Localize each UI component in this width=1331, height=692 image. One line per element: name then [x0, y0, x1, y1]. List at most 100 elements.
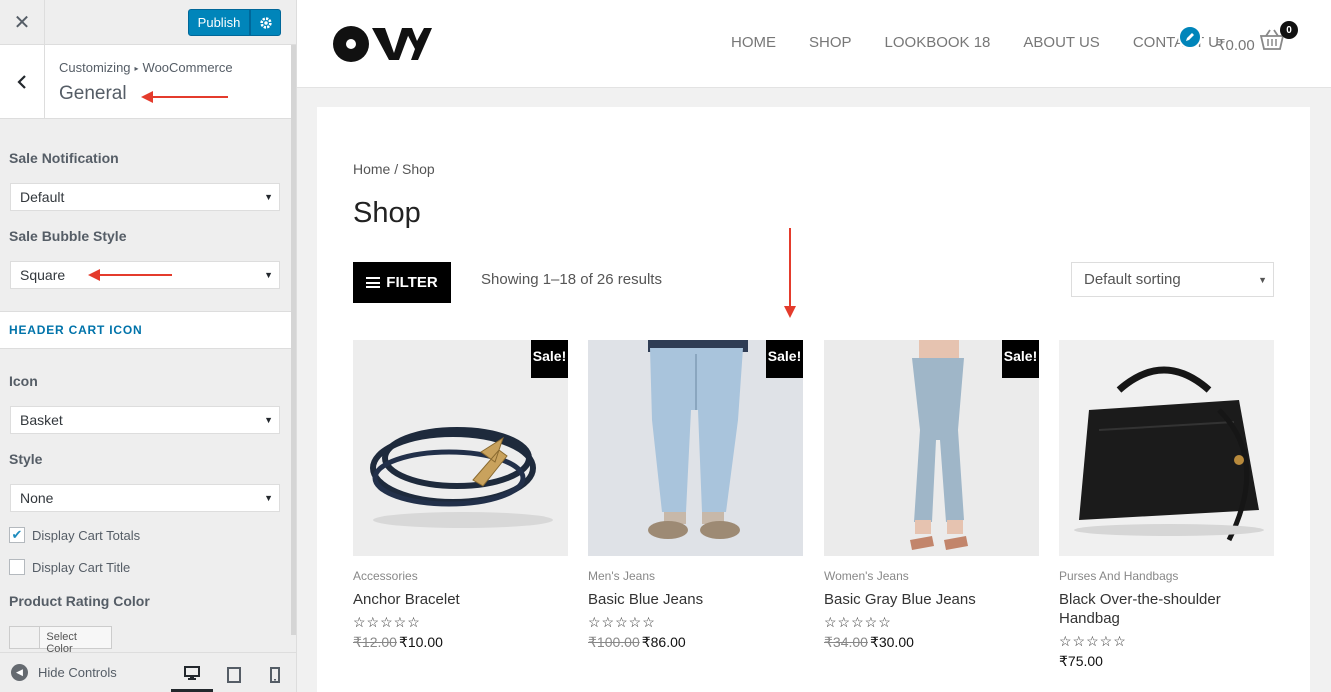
ow-logo-icon: [333, 26, 432, 62]
chevron-left-icon: [17, 74, 26, 89]
handbag-image: [1059, 340, 1274, 556]
preview-desktop-button[interactable]: [171, 656, 213, 692]
chevron-down-icon: ▼: [264, 415, 273, 425]
sale-notification-select[interactable]: Default ▼: [10, 183, 280, 211]
color-swatch: [10, 627, 41, 648]
product-card[interactable]: Sale! Women's Jeans Basic Gray Blue Jean…: [824, 340, 1039, 651]
product-category[interactable]: Women's Jeans: [824, 569, 1039, 583]
chevron-down-icon: ▼: [264, 192, 273, 202]
select-color-label: Select Color: [46, 631, 77, 655]
product-card[interactable]: Sale! Men's Jeans Basic Blue Jeans ☆☆☆☆☆…: [588, 340, 803, 651]
edit-shortcut-button[interactable]: [1178, 25, 1202, 49]
sale-price: ₹86.00: [641, 634, 686, 650]
sorting-value: Default sorting: [1084, 271, 1181, 288]
customizer-sidebar: ✕ Publish Customizing ▸ WooCommerce Genera…: [0, 0, 297, 692]
display-cart-totals-label: Display Cart Totals: [32, 527, 141, 543]
sorting-select[interactable]: Default sorting ▼: [1071, 262, 1274, 297]
sale-price: ₹30.00: [869, 634, 914, 650]
breadcrumb-section: WooCommerce: [142, 60, 233, 75]
nav-shop[interactable]: SHOP: [809, 34, 852, 51]
product-name[interactable]: Basic Blue Jeans: [588, 590, 803, 609]
header-cart-icon-heading: HEADER CART ICON: [0, 311, 292, 349]
pencil-icon: [1186, 33, 1194, 41]
customizer-footer: ◀ Hide Controls: [0, 652, 296, 692]
product-rating-color-label: Product Rating Color: [9, 593, 150, 609]
hide-controls-button[interactable]: ◀ Hide Controls: [11, 664, 117, 681]
chevron-down-icon: ▼: [264, 493, 273, 503]
product-category[interactable]: Men's Jeans: [588, 569, 803, 583]
sale-badge: Sale!: [1002, 340, 1039, 378]
sale-badge: Sale!: [766, 340, 803, 378]
product-image[interactable]: [1059, 340, 1274, 556]
display-cart-totals-row[interactable]: ✔ Display Cart Totals: [9, 527, 140, 543]
chevron-down-icon: ▼: [264, 270, 273, 280]
section-header: Customizing ▸ WooCommerce General: [0, 45, 292, 119]
annotation-arrow: [141, 91, 228, 103]
product-category[interactable]: Purses And Handbags: [1059, 569, 1274, 583]
select-color-button[interactable]: Select Color: [9, 626, 112, 655]
old-price: ₹100.00: [588, 634, 640, 650]
shop-content: Home / Shop Shop FILTER Showing 1–18 of …: [317, 107, 1310, 692]
section-title: General: [59, 83, 127, 104]
checkmark-icon: ✔: [11, 527, 23, 542]
publish-settings-button[interactable]: [250, 9, 281, 36]
product-price: ₹34.00 ₹30.00: [824, 634, 1039, 651]
style-label: Style: [9, 451, 43, 467]
shop-breadcrumb[interactable]: Home / Shop: [353, 161, 435, 177]
filter-button[interactable]: FILTER: [353, 262, 451, 303]
product-category[interactable]: Accessories: [353, 569, 568, 583]
sale-price: ₹75.00: [1059, 653, 1103, 669]
display-cart-title-checkbox[interactable]: [9, 559, 25, 575]
icon-select[interactable]: Basket ▼: [10, 406, 280, 434]
sale-bubble-style-value: Square: [20, 267, 66, 283]
gear-icon: [259, 16, 272, 29]
page-title: Shop: [353, 197, 421, 229]
star-rating-icon: ☆☆☆☆☆: [824, 614, 892, 630]
sale-notification-label: Sale Notification: [9, 150, 119, 166]
collapse-arrow-icon: ◀: [11, 664, 28, 681]
nav-contact[interactable]: CONTACT U: [1133, 34, 1219, 51]
sale-badge: Sale!: [531, 340, 568, 378]
icon-label: Icon: [9, 373, 38, 389]
nav-lookbook[interactable]: LOOKBOOK 18: [885, 34, 991, 51]
site-logo[interactable]: [332, 25, 432, 68]
sale-price: ₹10.00: [398, 634, 443, 650]
product-image[interactable]: Sale!: [353, 340, 568, 556]
product-card[interactable]: Purses And Handbags Black Over-the-shoul…: [1059, 340, 1274, 670]
product-price: ₹100.00 ₹86.00: [588, 634, 803, 651]
product-card[interactable]: Sale! Accessories Anchor Bracelet ☆☆☆☆☆ …: [353, 340, 568, 651]
sidebar-scrollbar[interactable]: [291, 45, 296, 635]
display-cart-totals-checkbox[interactable]: ✔: [9, 527, 25, 543]
style-value: None: [20, 490, 54, 506]
desktop-icon: [184, 665, 200, 680]
publish-button[interactable]: Publish: [188, 9, 250, 36]
main-nav: HOME SHOP LOOKBOOK 18 ABOUT US CONTACT U: [731, 34, 1252, 51]
close-icon: ✕: [13, 12, 31, 34]
product-name[interactable]: Anchor Bracelet: [353, 590, 568, 609]
icon-value: Basket: [20, 412, 63, 428]
tablet-icon: [227, 666, 241, 683]
header-cart-total[interactable]: ₹0.00: [1216, 36, 1255, 54]
annotation-arrow: [88, 269, 172, 281]
close-customizer-button[interactable]: ✕: [0, 0, 45, 45]
menu-icon: [366, 277, 381, 288]
nav-home[interactable]: HOME: [731, 34, 776, 51]
display-cart-title-row[interactable]: Display Cart Title: [9, 559, 130, 575]
display-cart-title-label: Display Cart Title: [32, 559, 131, 575]
star-rating-icon: ☆☆☆☆☆: [1059, 633, 1127, 649]
nav-about-us[interactable]: ABOUT US: [1023, 34, 1099, 51]
product-image[interactable]: Sale!: [824, 340, 1039, 556]
old-price: ₹12.00: [353, 634, 397, 650]
product-name[interactable]: Basic Gray Blue Jeans: [824, 590, 1039, 609]
style-select[interactable]: None ▼: [10, 484, 280, 512]
product-price: ₹75.00: [1059, 653, 1274, 670]
back-button[interactable]: [0, 45, 45, 118]
preview-mobile-button[interactable]: [254, 656, 296, 692]
product-name[interactable]: Black Over-the-shoulder Handbag: [1059, 590, 1274, 628]
breadcrumb-separator-icon: ▸: [134, 64, 139, 73]
preview-tablet-button[interactable]: [213, 656, 255, 692]
product-image[interactable]: Sale!: [588, 340, 803, 556]
old-price: ₹34.00: [824, 634, 868, 650]
sale-bubble-style-label: Sale Bubble Style: [9, 228, 127, 244]
star-rating-icon: ☆☆☆☆☆: [353, 614, 421, 630]
